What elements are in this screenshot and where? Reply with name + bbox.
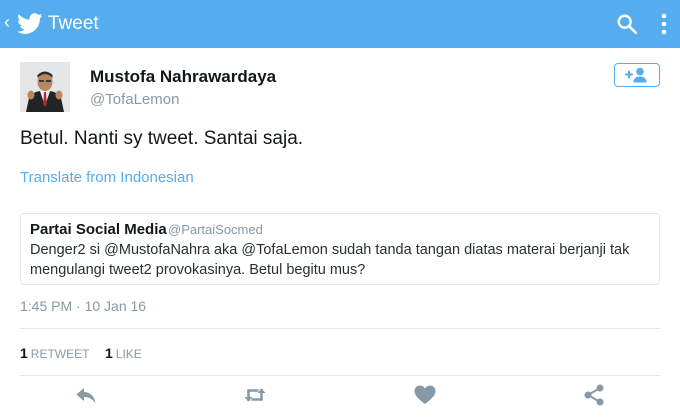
quoted-author-name: Partai Social Media xyxy=(30,221,167,238)
heart-icon[interactable] xyxy=(413,383,437,407)
action-bar xyxy=(0,380,680,410)
divider xyxy=(20,328,660,329)
retweet-label: RETWEET xyxy=(30,347,90,361)
avatar-image xyxy=(20,62,70,112)
like-label: LIKE xyxy=(115,347,142,361)
author-name[interactable]: Mustofa Nahrawardaya xyxy=(90,66,276,88)
tweet-timestamp: 1:45 PM · 10 Jan 16 xyxy=(20,298,147,314)
app-bar: ‹ Tweet xyxy=(0,0,680,48)
quoted-tweet[interactable]: Partai Social Media @PartaiSocmed Denger… xyxy=(20,213,660,285)
tweet-text: Betul. Nanti sy tweet. Santai saja. xyxy=(20,128,304,149)
more-vertical-icon[interactable] xyxy=(656,12,672,36)
follow-button[interactable] xyxy=(614,63,660,87)
share-icon[interactable] xyxy=(582,383,606,407)
quoted-tweet-text: Denger2 si @MustofaNahra aka @TofaLemon … xyxy=(30,242,630,278)
retweet-icon[interactable] xyxy=(243,383,267,407)
translate-link[interactable]: Translate from Indonesian xyxy=(20,168,194,188)
like-count: 1 xyxy=(105,345,113,361)
search-icon[interactable] xyxy=(616,13,638,35)
divider xyxy=(20,375,660,376)
page-title: Tweet xyxy=(48,13,99,34)
like-stat[interactable]: 1 LIKE xyxy=(105,343,142,364)
retweet-stat[interactable]: 1 RETWEET xyxy=(20,343,89,364)
chevron-left-icon[interactable]: ‹ xyxy=(4,12,10,32)
reply-icon[interactable] xyxy=(74,383,98,407)
quoted-author-handle: @PartaiSocmed xyxy=(168,222,263,237)
retweet-count: 1 xyxy=(20,345,28,361)
add-user-icon xyxy=(625,67,647,83)
avatar[interactable] xyxy=(20,62,70,112)
twitter-bird-icon xyxy=(17,13,43,34)
author-handle[interactable]: @TofaLemon xyxy=(90,90,179,110)
